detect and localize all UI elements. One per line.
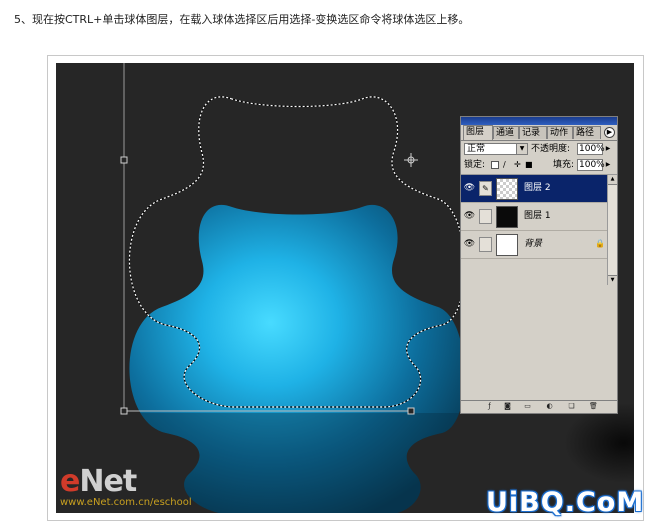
enet-logo-e: e	[60, 464, 80, 499]
tab-paths[interactable]: 路径	[573, 126, 601, 139]
transform-handle-bottom-right[interactable]	[407, 407, 415, 415]
instruction-text: 5、现在按CTRL+单击球体图层，在载入球体选择区后用选择-变换选区命令将球体选…	[14, 13, 470, 26]
lock-label: 锁定:	[464, 160, 486, 170]
uibq-watermark: UiBQ.CoM	[486, 487, 645, 518]
layer-row-1[interactable]: 👁 图层 1	[461, 203, 609, 231]
tab-channels[interactable]: 通道	[493, 126, 519, 139]
eye-icon[interactable]: 👁	[463, 238, 476, 251]
enet-url: www.eNet.com.cn/eschool	[60, 497, 192, 508]
link-cell[interactable]	[479, 237, 492, 252]
pivot-crosshair-icon[interactable]	[404, 153, 418, 167]
panel-titlebar[interactable]	[461, 117, 617, 125]
link-cell[interactable]	[479, 209, 492, 224]
opacity-arrow-icon[interactable]: ▶	[604, 143, 612, 155]
layer-name: 背景	[524, 239, 543, 249]
enet-logo: eNet	[60, 464, 137, 499]
blend-mode-value: 正常	[467, 144, 486, 154]
layer-style-icon[interactable]: ƒ	[485, 402, 494, 411]
transform-handle-bottom-left[interactable]	[120, 407, 128, 415]
layer-thumbnail-transparent	[496, 178, 518, 200]
tab-history[interactable]: 记录	[519, 126, 547, 139]
blend-opacity-row: 正常 ▼ 不透明度: 100% ▶	[461, 141, 617, 158]
lock-position-icon[interactable]: ✛	[514, 161, 522, 169]
eye-icon[interactable]: 👁	[463, 182, 476, 195]
lock-all-icon[interactable]: ■	[525, 161, 533, 169]
layers-panel: 图层 通道 记录 动作 路径 ▶ 正常 ▼ 不透明度: 100% ▶ 锁定: ∕…	[460, 116, 618, 414]
eye-icon[interactable]: 👁	[463, 210, 476, 223]
tab-layers[interactable]: 图层	[463, 125, 493, 140]
layer-row-background[interactable]: 👁 背景 🔒	[461, 231, 609, 259]
opacity-label: 不透明度:	[531, 144, 571, 154]
trash-icon[interactable]: 🗑	[589, 402, 598, 411]
fill-field[interactable]: 100%	[577, 159, 605, 171]
new-layer-icon[interactable]: ❏	[567, 402, 576, 411]
enet-logo-rest: Net	[79, 464, 137, 499]
layers-list: 👁 ✎ 图层 2 👁 图层 1 👁 背景 🔒 ▲ ▼	[461, 175, 617, 285]
layer-row-2[interactable]: 👁 ✎ 图层 2	[461, 175, 609, 203]
layer-name: 图层 2	[524, 183, 551, 193]
scroll-down-icon[interactable]: ▼	[608, 275, 617, 285]
lock-transparency-icon[interactable]	[491, 161, 499, 169]
panel-menu-icon[interactable]: ▶	[604, 127, 615, 138]
blend-mode-select[interactable]: 正常 ▼	[464, 143, 528, 155]
lock-pixels-icon[interactable]: ∕	[503, 161, 511, 169]
brush-link-icon[interactable]: ✎	[479, 181, 492, 196]
lock-fill-row: 锁定: ∕ ✛ ■ 填充: 100% ▶	[461, 158, 617, 175]
fill-arrow-icon[interactable]: ▶	[604, 159, 612, 171]
panel-tabs: 图层 通道 记录 动作 路径 ▶	[461, 125, 617, 141]
padlock-icon: 🔒	[595, 239, 605, 248]
layer-thumbnail-black	[496, 206, 518, 228]
layer-name: 图层 1	[524, 211, 551, 221]
opacity-field[interactable]: 100%	[577, 143, 605, 155]
tab-actions[interactable]: 动作	[547, 126, 573, 139]
adjustment-layer-icon[interactable]: ◐	[545, 402, 554, 411]
mask-icon[interactable]: ◙	[503, 402, 512, 411]
drop-shadow	[564, 403, 634, 483]
new-set-icon[interactable]: ▭	[523, 402, 532, 411]
panel-bottom-bar: ƒ ◙ ▭ ◐ ❏ 🗑	[461, 400, 617, 413]
transform-handle-left[interactable]	[120, 156, 128, 164]
fill-label: 填充:	[553, 160, 575, 170]
layer-thumbnail-white	[496, 234, 518, 256]
chevron-down-icon[interactable]: ▼	[516, 144, 527, 154]
layers-scrollbar[interactable]: ▲ ▼	[607, 175, 617, 285]
scroll-up-icon[interactable]: ▲	[608, 175, 617, 185]
